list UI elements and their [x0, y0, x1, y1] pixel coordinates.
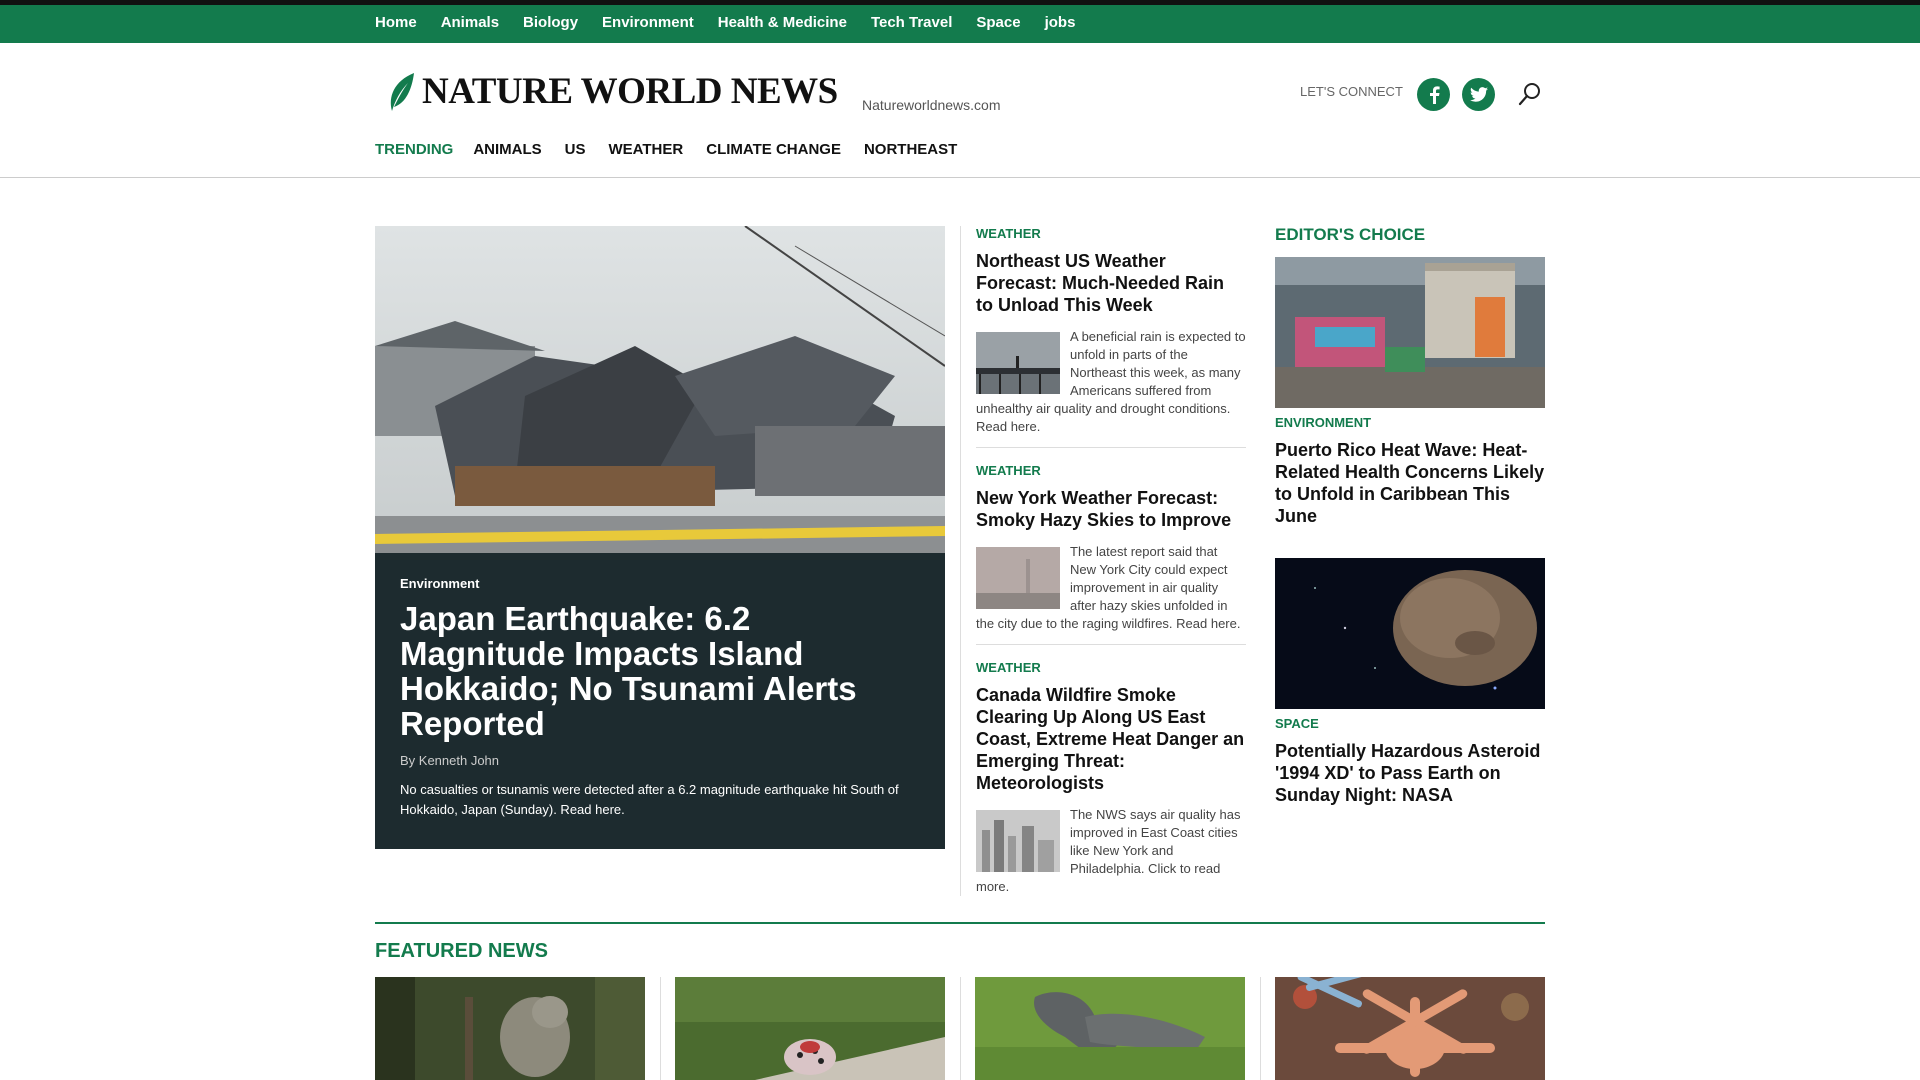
story-thumbnail[interactable] — [976, 810, 1060, 872]
story-item: WEATHER Canada Wildfire Smoke Clearing U… — [976, 660, 1246, 896]
logo-text: NATURE WORLD NEWS — [422, 71, 838, 112]
featured-image[interactable] — [375, 977, 645, 1080]
secnav-climate-change[interactable]: CLIMATE CHANGE — [706, 141, 841, 158]
hero-image[interactable] — [375, 226, 945, 553]
site-url: Natureworldnews.com — [862, 97, 1001, 113]
story-category[interactable]: WEATHER — [976, 463, 1246, 478]
topnav-home[interactable]: Home — [375, 14, 417, 31]
story-item: WEATHER New York Weather Forecast: Smoky… — [976, 463, 1246, 633]
story-title[interactable]: New York Weather Forecast: Smoky Hazy Sk… — [976, 487, 1246, 531]
featured-image[interactable] — [675, 977, 945, 1080]
editors-choice-title[interactable]: Puerto Rico Heat Wave: Heat-Related Heal… — [1275, 439, 1545, 527]
top-nav: Home Animals Biology Environment Health … — [375, 14, 1099, 31]
topnav-animals[interactable]: Animals — [441, 14, 499, 31]
story-category[interactable]: WEATHER — [976, 660, 1246, 675]
leaf-logo-icon — [390, 72, 414, 111]
column-divider — [960, 226, 961, 896]
story-body: The latest report said that New York Cit… — [976, 543, 1246, 633]
editors-choice-image[interactable] — [1275, 257, 1545, 408]
editors-choice-heading: EDITOR'S CHOICE — [1275, 225, 1426, 244]
story-title[interactable]: Northeast US Weather Forecast: Much-Need… — [976, 250, 1246, 316]
story-thumbnail[interactable] — [976, 547, 1060, 609]
featured-image[interactable] — [975, 977, 1245, 1080]
editors-choice-title[interactable]: Potentially Hazardous Asteroid '1994 XD'… — [1275, 740, 1545, 806]
secnav-northeast[interactable]: NORTHEAST — [864, 141, 957, 158]
topnav-environment[interactable]: Environment — [602, 14, 694, 31]
hero-card[interactable]: Environment Japan Earthquake: 6.2 Magnit… — [375, 226, 945, 849]
facebook-icon[interactable] — [1417, 78, 1450, 111]
editors-choice-item: SPACE Potentially Hazardous Asteroid '19… — [1275, 558, 1545, 806]
story-divider — [976, 447, 1246, 448]
trending-label[interactable]: TRENDING — [375, 141, 453, 158]
story-divider — [976, 644, 1246, 645]
editors-choice-image[interactable] — [1275, 558, 1545, 709]
story-body: The NWS says air quality has improved in… — [976, 806, 1246, 896]
story-category[interactable]: WEATHER — [976, 226, 1246, 241]
story-item: WEATHER Northeast US Weather Forecast: M… — [976, 226, 1246, 436]
topnav-tech-travel[interactable]: Tech Travel — [871, 14, 952, 31]
story-body: A beneficial rain is expected to unfold … — [976, 328, 1246, 436]
story-thumbnail[interactable] — [976, 332, 1060, 394]
editors-choice-category[interactable]: ENVIRONMENT — [1275, 415, 1545, 430]
topnav-health-medicine[interactable]: Health & Medicine — [718, 14, 847, 31]
editors-choice-item: ENVIRONMENT Puerto Rico Heat Wave: Heat-… — [1275, 257, 1545, 527]
hero-byline: By Kenneth John — [400, 753, 500, 768]
editors-choice-category[interactable]: SPACE — [1275, 716, 1545, 731]
featured-divider-line — [1260, 977, 1261, 1080]
story-title[interactable]: Canada Wildfire Smoke Clearing Up Along … — [976, 684, 1246, 794]
hero-category[interactable]: Environment — [400, 576, 479, 591]
secnav-weather[interactable]: WEATHER — [609, 141, 684, 158]
top-bar: Home Animals Biology Environment Health … — [0, 0, 1920, 43]
featured-divider-line — [960, 977, 961, 1080]
featured-divider — [375, 922, 1545, 924]
search-icon[interactable] — [1517, 81, 1543, 107]
hero-description: No casualties or tsunamis were detected … — [400, 782, 899, 817]
header-divider — [0, 177, 1920, 178]
topnav-space[interactable]: Space — [976, 14, 1020, 31]
featured-divider-line — [660, 977, 661, 1080]
secnav-us[interactable]: US — [565, 141, 586, 158]
hero-title[interactable]: Japan Earthquake: 6.2 Magnitude Impacts … — [400, 601, 920, 741]
topnav-biology[interactable]: Biology — [523, 14, 578, 31]
secnav-animals[interactable]: ANIMALS — [473, 141, 541, 158]
twitter-icon[interactable] — [1462, 78, 1495, 111]
featured-image[interactable] — [1275, 977, 1545, 1080]
topnav-jobs[interactable]: jobs — [1045, 14, 1076, 31]
site-logo[interactable]: NATURE WORLD NEWS — [386, 70, 838, 113]
featured-news-heading: FEATURED NEWS — [375, 940, 548, 962]
trending-nav: TRENDING ANIMALS US WEATHER CLIMATE CHAN… — [375, 141, 980, 158]
lets-connect-label: LET'S CONNECT — [1300, 84, 1403, 99]
